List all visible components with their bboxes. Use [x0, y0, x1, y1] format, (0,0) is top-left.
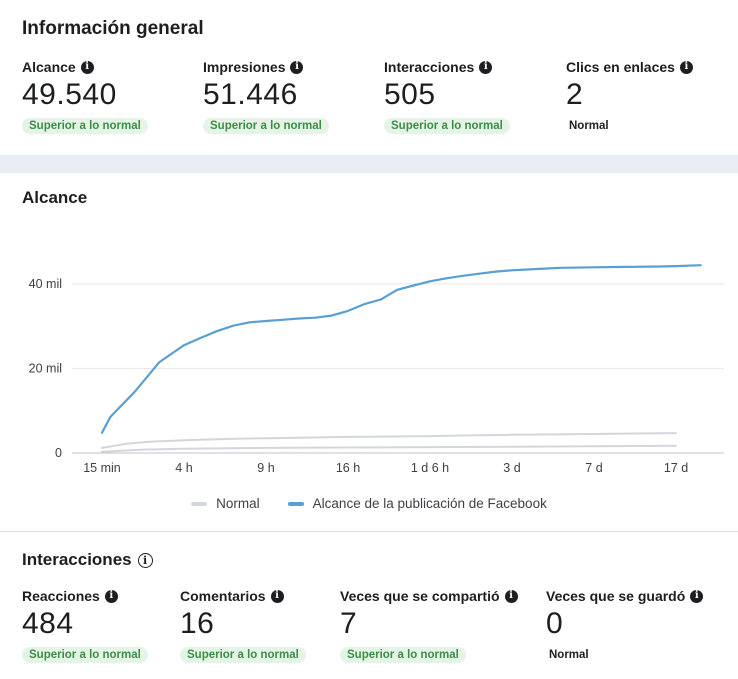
legend-item-normal[interactable]: Normal — [191, 496, 260, 511]
metric-label: Impresiones — [203, 59, 286, 75]
metric-label: Alcance — [22, 59, 76, 75]
info-icon[interactable]: i — [290, 60, 304, 74]
section-separator — [0, 155, 738, 173]
x-tick-label: 17 d — [664, 461, 688, 475]
x-tick-label: 9 h — [257, 461, 274, 475]
metric-link-clicks: Clics en enlaces i 2 Normal — [566, 59, 693, 134]
info-icon[interactable]: i — [104, 589, 118, 603]
metric-label: Interacciones — [384, 59, 475, 75]
metric-value: 505 — [384, 78, 436, 111]
series-line-post-reach — [100, 264, 702, 434]
status-badge: Superior a lo normal — [180, 647, 306, 663]
info-icon[interactable]: i — [690, 589, 704, 603]
reach-line-chart: 0 20 mil 40 mil 15 min 4 h 9 h 16 h 1 d 6 h 3 d 7… — [29, 264, 724, 475]
metric-label: Clics en enlaces — [566, 59, 675, 75]
legend-item-post-reach[interactable]: Alcance de la publicación de Facebook — [287, 496, 547, 511]
metric-label: Veces que se guardó — [546, 588, 686, 604]
overview-title: Información general — [22, 18, 204, 39]
y-tick-label: 20 mil — [29, 361, 62, 375]
metric-label: Reacciones — [22, 588, 100, 604]
metric-impressions: Impresiones i 51.446 Superior a lo normal — [203, 59, 329, 134]
metric-value: 484 — [22, 607, 74, 640]
metric-value: 0 — [546, 607, 564, 640]
info-icon[interactable]: i — [270, 589, 284, 603]
metric-label: Veces que se compartió — [340, 588, 500, 604]
metric-shares: Veces que se compartió i 7 Superior a lo … — [340, 588, 518, 663]
status-badge: Normal — [569, 120, 609, 132]
divider — [0, 531, 738, 532]
info-icon[interactable]: i — [479, 60, 493, 74]
chart-title: Alcance — [22, 188, 88, 207]
legend-swatch — [191, 501, 208, 506]
chart-legend: Normal Alcance de la publicación de Face… — [0, 496, 738, 511]
x-tick-label: 7 d — [585, 461, 602, 475]
x-tick-label: 16 h — [336, 461, 360, 475]
info-icon[interactable]: i — [80, 60, 94, 74]
info-icon[interactable]: i — [137, 552, 153, 568]
metric-value: 7 — [340, 607, 358, 640]
x-tick-label: 4 h — [175, 461, 192, 475]
metric-value: 2 — [566, 78, 584, 111]
metric-saves: Veces que se guardó i 0 Normal — [546, 588, 704, 663]
info-icon[interactable]: i — [504, 589, 518, 603]
x-tick-label: 3 d — [503, 461, 520, 475]
y-tick-label: 40 mil — [29, 277, 62, 291]
status-badge: Superior a lo normal — [340, 647, 466, 663]
status-badge: Normal — [549, 649, 589, 661]
status-badge: Superior a lo normal — [384, 118, 510, 134]
engagement-title: Interacciones — [22, 550, 132, 569]
metric-comments: Comentarios i 16 Superior a lo normal — [180, 588, 306, 663]
metric-interactions: Interacciones i 505 Superior a lo normal — [384, 59, 510, 134]
metric-value: 51.446 — [203, 78, 298, 111]
metric-value: 49.540 — [22, 78, 117, 111]
metric-reactions: Reacciones i 484 Superior a lo normal — [22, 588, 148, 663]
legend-swatch — [287, 501, 304, 506]
x-tick-label: 15 min — [83, 461, 121, 475]
series-line-normal — [101, 444, 677, 453]
status-badge: Superior a lo normal — [22, 118, 148, 134]
legend-label: Normal — [216, 496, 260, 511]
info-icon[interactable]: i — [679, 60, 693, 74]
status-badge: Superior a lo normal — [203, 118, 329, 134]
metric-value: 16 — [180, 607, 215, 640]
engagement-header: Interacciones i — [22, 550, 153, 570]
x-tick-label: 1 d 6 h — [411, 461, 449, 475]
metric-label: Comentarios — [180, 588, 266, 604]
status-badge: Superior a lo normal — [22, 647, 148, 663]
metric-reach: Alcance i 49.540 Superior a lo normal — [22, 59, 148, 134]
y-tick-label: 0 — [55, 446, 62, 460]
legend-label: Alcance de la publicación de Facebook — [312, 496, 547, 511]
